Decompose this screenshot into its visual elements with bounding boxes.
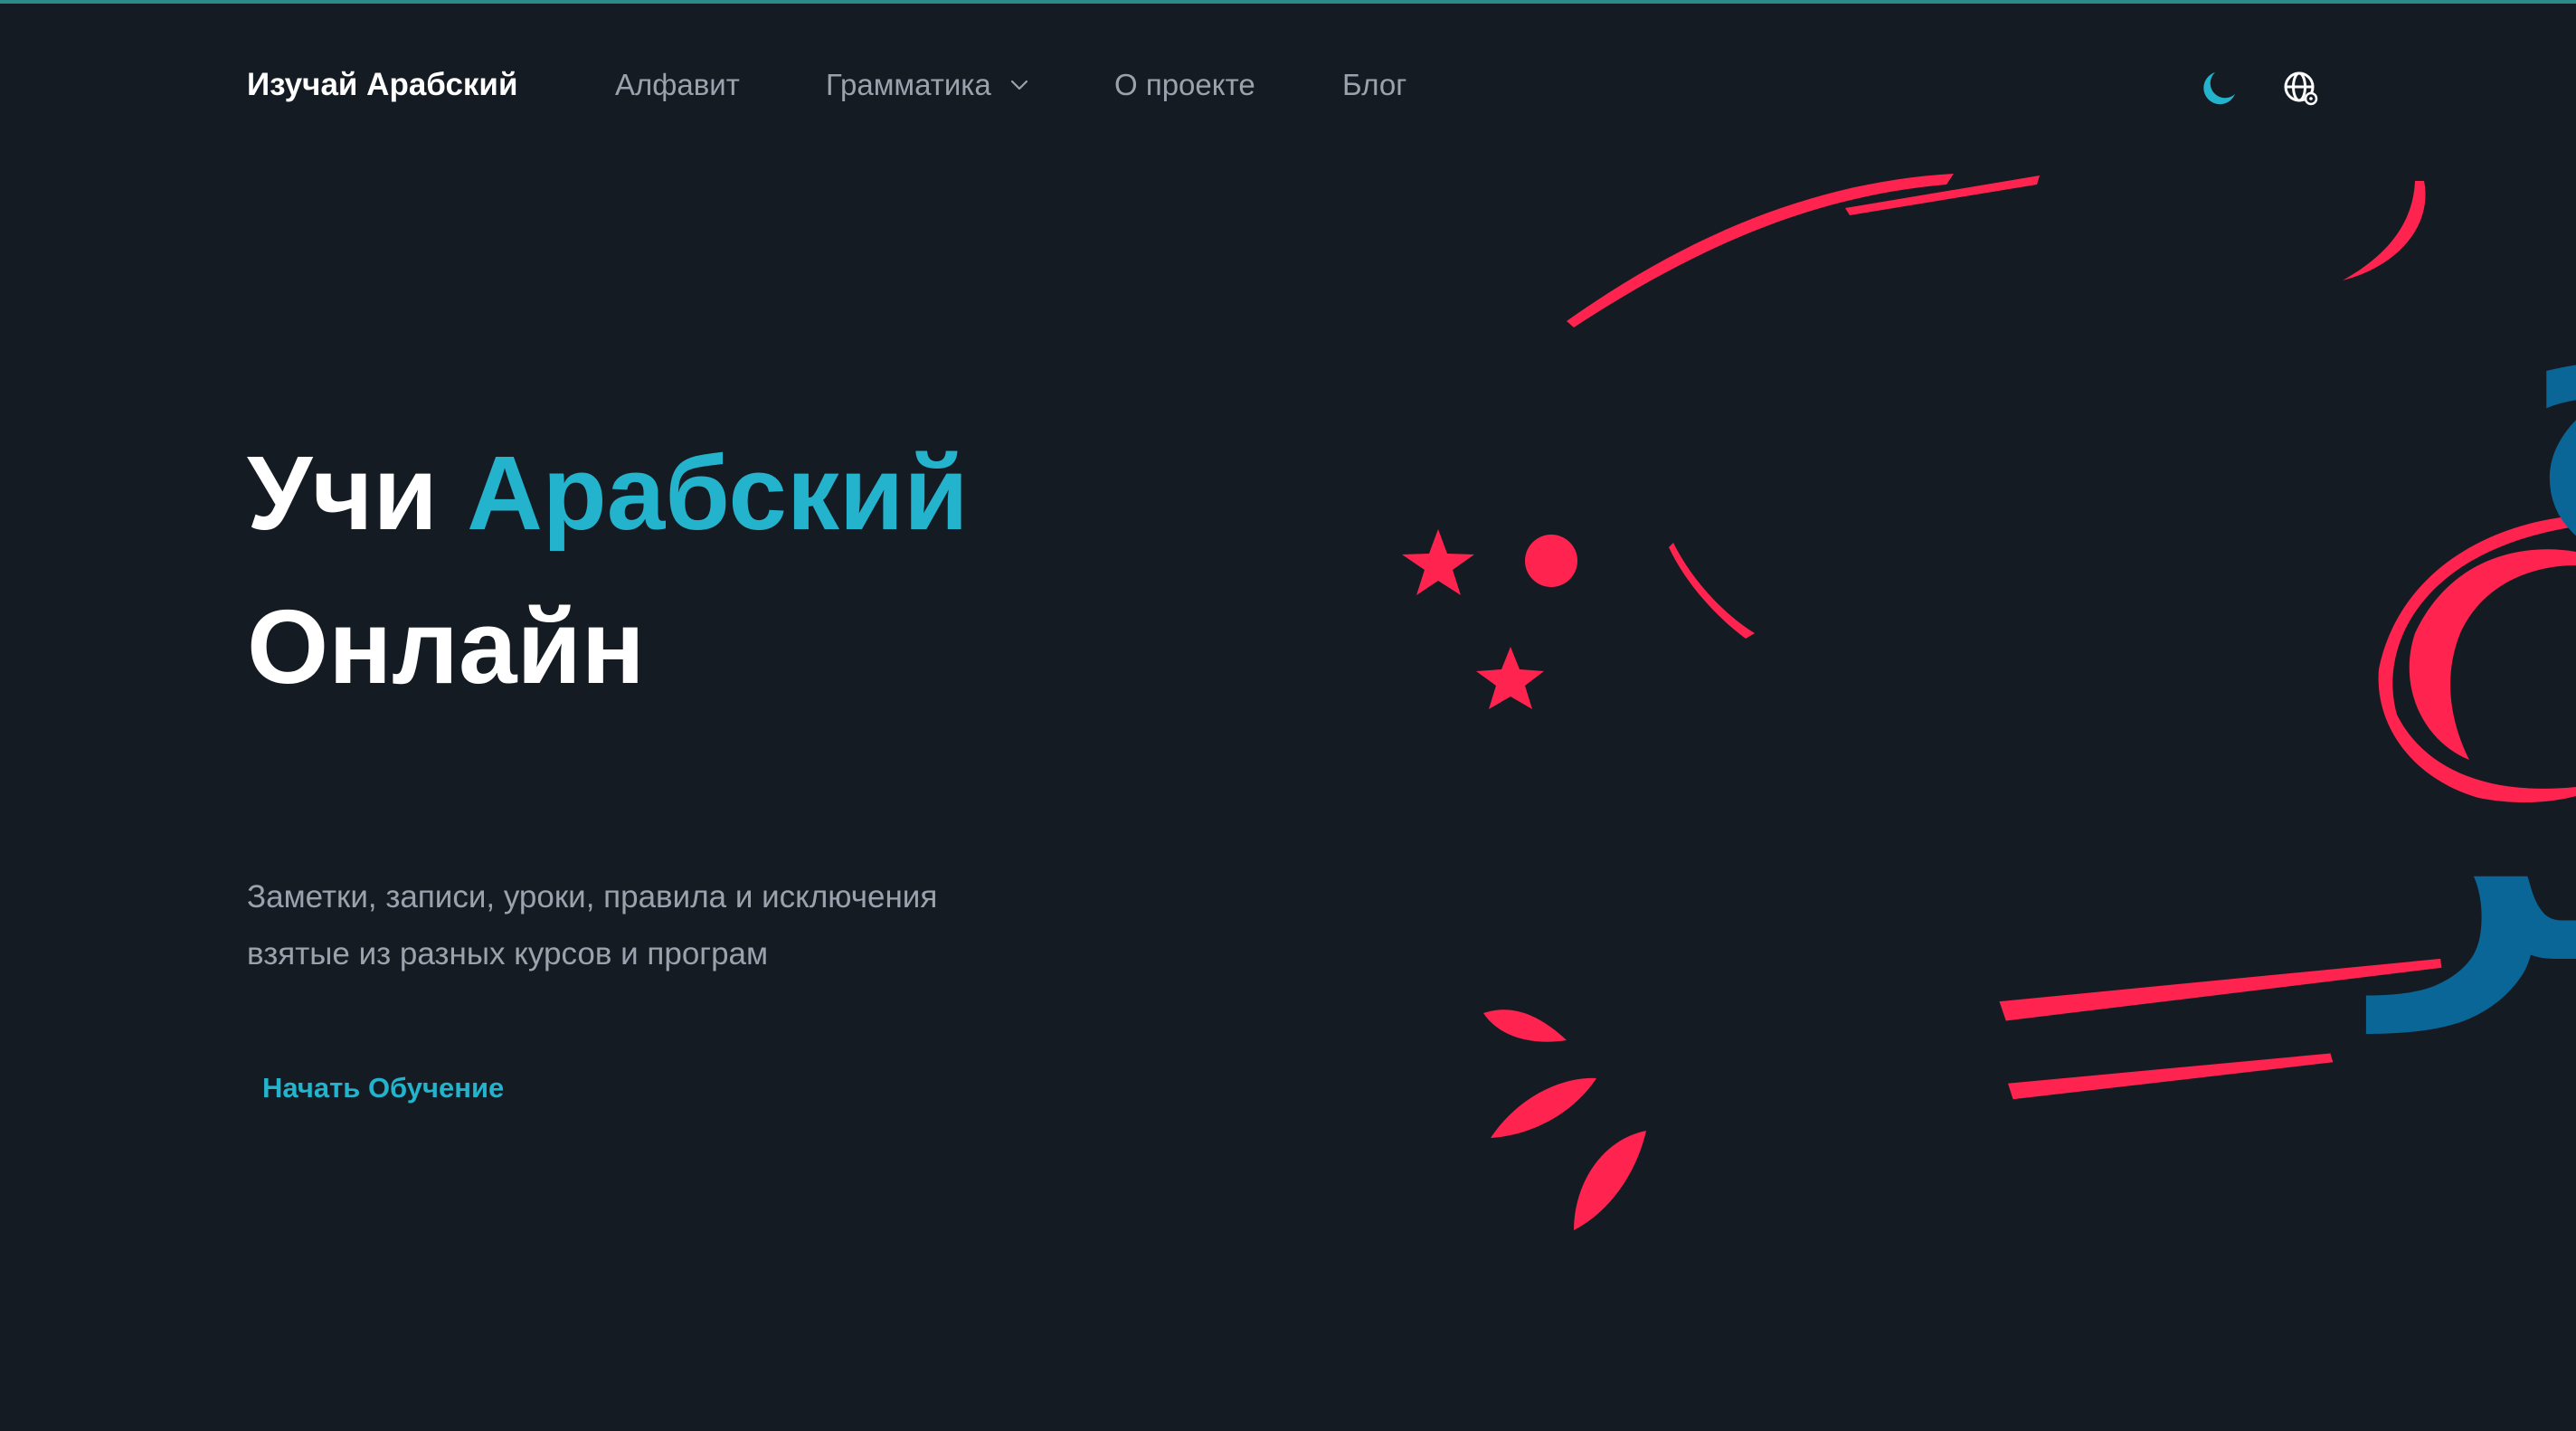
hero-title: Учи Арабский Онлайн xyxy=(247,416,1242,724)
hero-title-part1: Учи xyxy=(247,434,438,552)
language-switch-button[interactable] xyxy=(2281,69,2321,109)
page: Изучай Арабский Алфавит Грамматика О про… xyxy=(0,0,2576,1431)
arabic-line-2: الخير xyxy=(2364,674,2576,1036)
nav-grammar-dropdown[interactable]: Грамматика xyxy=(826,68,1028,102)
hero-subtitle: Заметки, записи, уроки, правила и исключ… xyxy=(247,868,1151,982)
nav-alphabet[interactable]: Алфавит xyxy=(615,68,740,102)
chevron-down-icon xyxy=(1010,81,1028,90)
hero-subtitle-line1: Заметки, записи, уроки, правила и исключ… xyxy=(247,879,938,915)
nav-blog[interactable]: Блог xyxy=(1342,68,1406,102)
brand-logo-link[interactable]: Изучай Арабский xyxy=(247,67,517,103)
hero-subtitle-line2: взятые из разных курсов и програм xyxy=(247,936,769,971)
top-accent-line xyxy=(0,0,2576,4)
moon-icon xyxy=(2203,72,2235,105)
hero-title-part2: Онлайн xyxy=(247,588,645,706)
header: Изучай Арабский Алфавит Грамматика О про… xyxy=(247,54,2329,123)
arabic-calligraphy-illustration: صَباح الخير xyxy=(1402,174,2576,1230)
nav-grammar-label: Грамматика xyxy=(826,68,991,101)
start-learning-button[interactable]: Начать Обучение xyxy=(262,1072,504,1104)
arabic-line-1: صَباح xyxy=(2524,212,2576,564)
theme-toggle-button[interactable] xyxy=(2199,69,2239,109)
nav-about[interactable]: О проекте xyxy=(1114,68,1255,102)
globe-icon xyxy=(2284,71,2318,106)
hero-title-accent: Арабский xyxy=(467,434,969,552)
